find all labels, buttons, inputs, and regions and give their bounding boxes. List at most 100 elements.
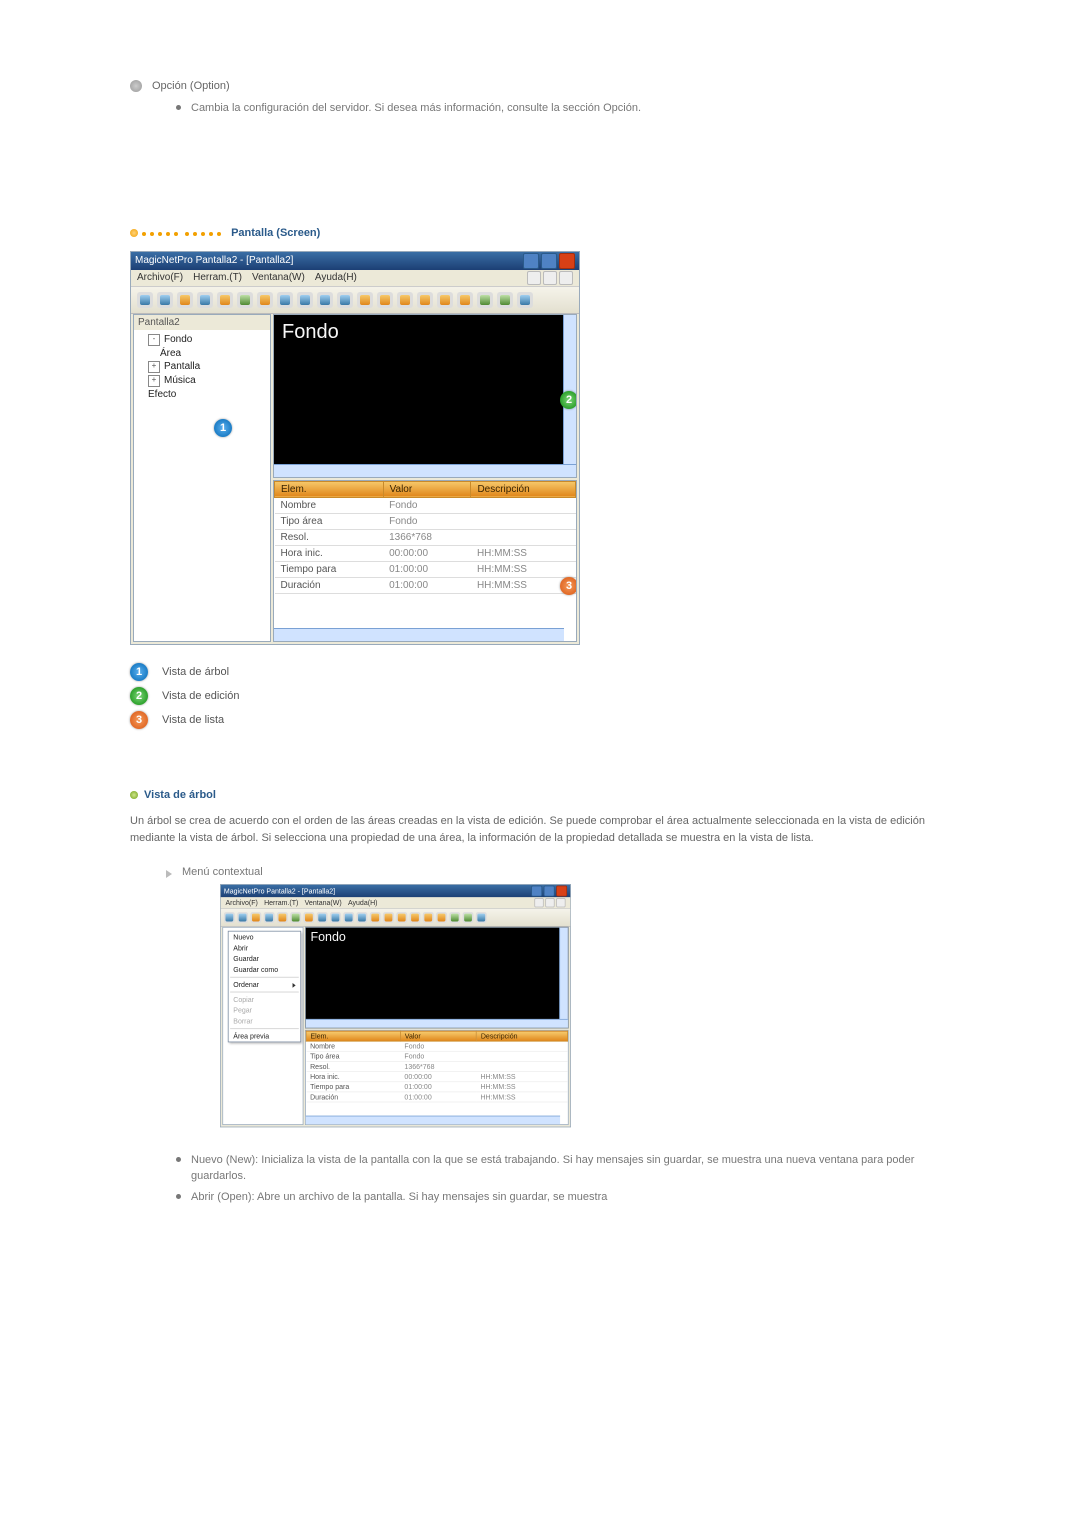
menu-file[interactable]: Archivo(F): [225, 899, 257, 907]
grid-row[interactable]: Hora inic.00:00:00HH:MM:SS: [306, 1071, 567, 1081]
toolbar-icon[interactable]: [417, 292, 433, 308]
toolbar-icon[interactable]: [257, 292, 273, 308]
toolbar-icon[interactable]: [317, 292, 333, 308]
grid-row[interactable]: NombreFondo: [306, 1041, 567, 1051]
grid-col-elem[interactable]: Elem.: [275, 481, 384, 497]
toolbar-icon[interactable]: [423, 912, 434, 923]
toolbar-icon[interactable]: [517, 292, 533, 308]
tree-expand-icon[interactable]: +: [148, 375, 160, 387]
menu-window[interactable]: Ventana(W): [252, 272, 305, 283]
toolbar-icon[interactable]: [237, 292, 253, 308]
edit-view-preview[interactable]: Fondo 2: [273, 314, 577, 478]
toolbar-icon[interactable]: [457, 292, 473, 308]
tree-item[interactable]: -Fondo: [148, 334, 266, 346]
close-button[interactable]: [559, 253, 575, 269]
toolbar-icon[interactable]: [377, 292, 393, 308]
ctx-menu-abrir[interactable]: Abrir: [229, 942, 301, 953]
maximize-button[interactable]: [544, 885, 555, 896]
horizontal-scrollbar[interactable]: [306, 1115, 560, 1124]
toolbar-icon[interactable]: [277, 292, 293, 308]
toolbar-icon[interactable]: [343, 912, 354, 923]
toolbar-icon[interactable]: [337, 292, 353, 308]
toolbar-icon[interactable]: [463, 912, 474, 923]
mdi-minimize-button[interactable]: [527, 271, 541, 285]
menu-help[interactable]: Ayuda(H): [315, 272, 357, 283]
toolbar-icon[interactable]: [157, 292, 173, 308]
toolbar-icon[interactable]: [303, 912, 314, 923]
maximize-button[interactable]: [541, 253, 557, 269]
grid-row[interactable]: Resol.1366*768: [275, 529, 576, 545]
ctx-menu-nuevo[interactable]: Nuevo: [229, 931, 301, 942]
toolbar-icon[interactable]: [437, 292, 453, 308]
grid-col-valor[interactable]: Valor: [401, 1031, 477, 1041]
grid-row[interactable]: NombreFondo: [275, 497, 576, 513]
grid-col-desc[interactable]: Descripción: [471, 481, 576, 497]
menu-window[interactable]: Ventana(W): [305, 899, 342, 907]
toolbar-icon[interactable]: [237, 912, 248, 923]
minimize-button[interactable]: [531, 885, 542, 896]
ctx-menu-ordenar[interactable]: Ordenar: [229, 979, 301, 990]
tree-item[interactable]: Efecto: [148, 389, 266, 400]
toolbar-icon[interactable]: [197, 292, 213, 308]
list-view-grid: Elem. Valor Descripción NombreFondo Tipo…: [273, 480, 577, 642]
grid-row[interactable]: Hora inic.00:00:00HH:MM:SS: [275, 545, 576, 561]
toolbar-icon[interactable]: [397, 292, 413, 308]
toolbar-text-icon[interactable]: [277, 912, 288, 923]
toolbar-icon[interactable]: [449, 912, 460, 923]
menu-tools[interactable]: Herram.(T): [193, 272, 242, 283]
horizontal-scrollbar[interactable]: [274, 464, 576, 477]
toolbar-icon[interactable]: [357, 292, 373, 308]
tree-item[interactable]: Área: [148, 348, 266, 359]
grid-row[interactable]: Tiempo para01:00:00HH:MM:SS: [306, 1081, 567, 1091]
toolbar-icon[interactable]: [410, 912, 421, 923]
toolbar-icon[interactable]: [357, 912, 368, 923]
toolbar-icon[interactable]: [370, 912, 381, 923]
grid-row[interactable]: Resol.1366*768: [306, 1061, 567, 1071]
mdi-restore-button[interactable]: [543, 271, 557, 285]
mdi-minimize-button[interactable]: [534, 898, 543, 907]
mdi-close-button[interactable]: [556, 898, 565, 907]
toolbar-text-icon[interactable]: [217, 292, 233, 308]
minimize-button[interactable]: [523, 253, 539, 269]
mdi-close-button[interactable]: [559, 271, 573, 285]
edit-view-preview[interactable]: Fondo: [305, 927, 569, 1028]
toolbar-icon[interactable]: [290, 912, 301, 923]
horizontal-scrollbar[interactable]: [274, 628, 564, 641]
toolbar-icon[interactable]: [477, 292, 493, 308]
toolbar-icon[interactable]: [177, 292, 193, 308]
toolbar-icon[interactable]: [497, 292, 513, 308]
toolbar-icon[interactable]: [383, 912, 394, 923]
grid-row[interactable]: Tipo áreaFondo: [306, 1051, 567, 1061]
grid-row[interactable]: Tiempo para01:00:00HH:MM:SS: [275, 561, 576, 577]
menu-help[interactable]: Ayuda(H): [348, 899, 378, 907]
grid-row[interactable]: Duración01:00:00HH:MM:SS: [275, 577, 576, 593]
toolbar-icon[interactable]: [476, 912, 487, 923]
grid-col-valor[interactable]: Valor: [383, 481, 471, 497]
grid-row[interactable]: Tipo áreaFondo: [275, 513, 576, 529]
toolbar-icon[interactable]: [250, 912, 261, 923]
toolbar-icon[interactable]: [330, 912, 341, 923]
ctx-menu-area-previa[interactable]: Área previa: [229, 1030, 301, 1041]
mdi-restore-button[interactable]: [545, 898, 554, 907]
toolbar-icon[interactable]: [396, 912, 407, 923]
tree-item[interactable]: +Música: [148, 375, 266, 387]
menu-tools[interactable]: Herram.(T): [264, 899, 298, 907]
vertical-scrollbar[interactable]: [559, 927, 568, 1027]
tree-expand-icon[interactable]: +: [148, 361, 160, 373]
toolbar-icon[interactable]: [264, 912, 275, 923]
tree-item[interactable]: +Pantalla: [148, 361, 266, 373]
ctx-menu-guardar-como[interactable]: Guardar como: [229, 964, 301, 975]
grid-row[interactable]: Duración01:00:00HH:MM:SS: [306, 1092, 567, 1102]
toolbar-icon[interactable]: [317, 912, 328, 923]
grid-col-elem[interactable]: Elem.: [306, 1031, 400, 1041]
toolbar-icon[interactable]: [436, 912, 447, 923]
toolbar-icon[interactable]: [137, 292, 153, 308]
horizontal-scrollbar[interactable]: [306, 1019, 568, 1028]
menu-file[interactable]: Archivo(F): [137, 272, 183, 283]
toolbar-icon[interactable]: [224, 912, 235, 923]
grid-col-desc[interactable]: Descripción: [477, 1031, 568, 1041]
ctx-menu-guardar[interactable]: Guardar: [229, 953, 301, 964]
toolbar-icon[interactable]: [297, 292, 313, 308]
tree-expand-icon[interactable]: -: [148, 334, 160, 346]
close-button[interactable]: [556, 885, 567, 896]
